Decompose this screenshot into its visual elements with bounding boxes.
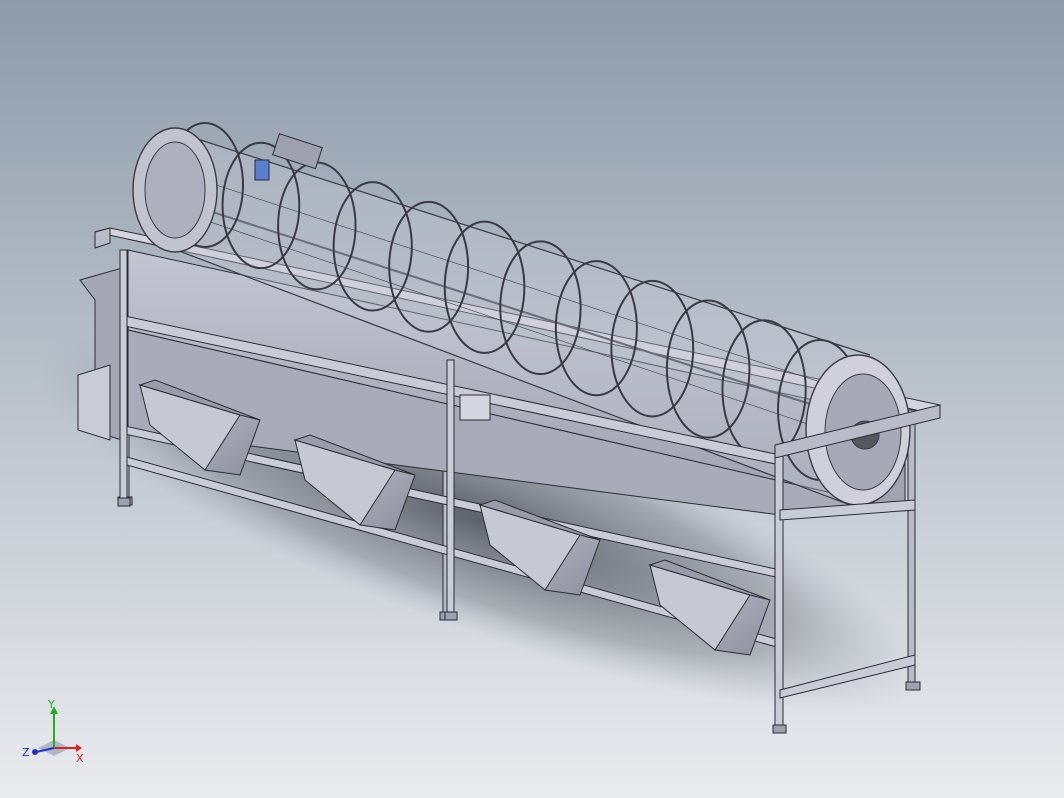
coordinate-triad: X Y Z [22, 700, 84, 765]
z-axis-label: Z [22, 746, 30, 759]
x-axis-label: X [76, 752, 84, 765]
center-bracket [459, 394, 491, 421]
y-axis-label: Y [47, 700, 55, 711]
model-view[interactable] [0, 0, 1064, 798]
graphics-viewport[interactable]: X Y Z [0, 0, 1064, 798]
